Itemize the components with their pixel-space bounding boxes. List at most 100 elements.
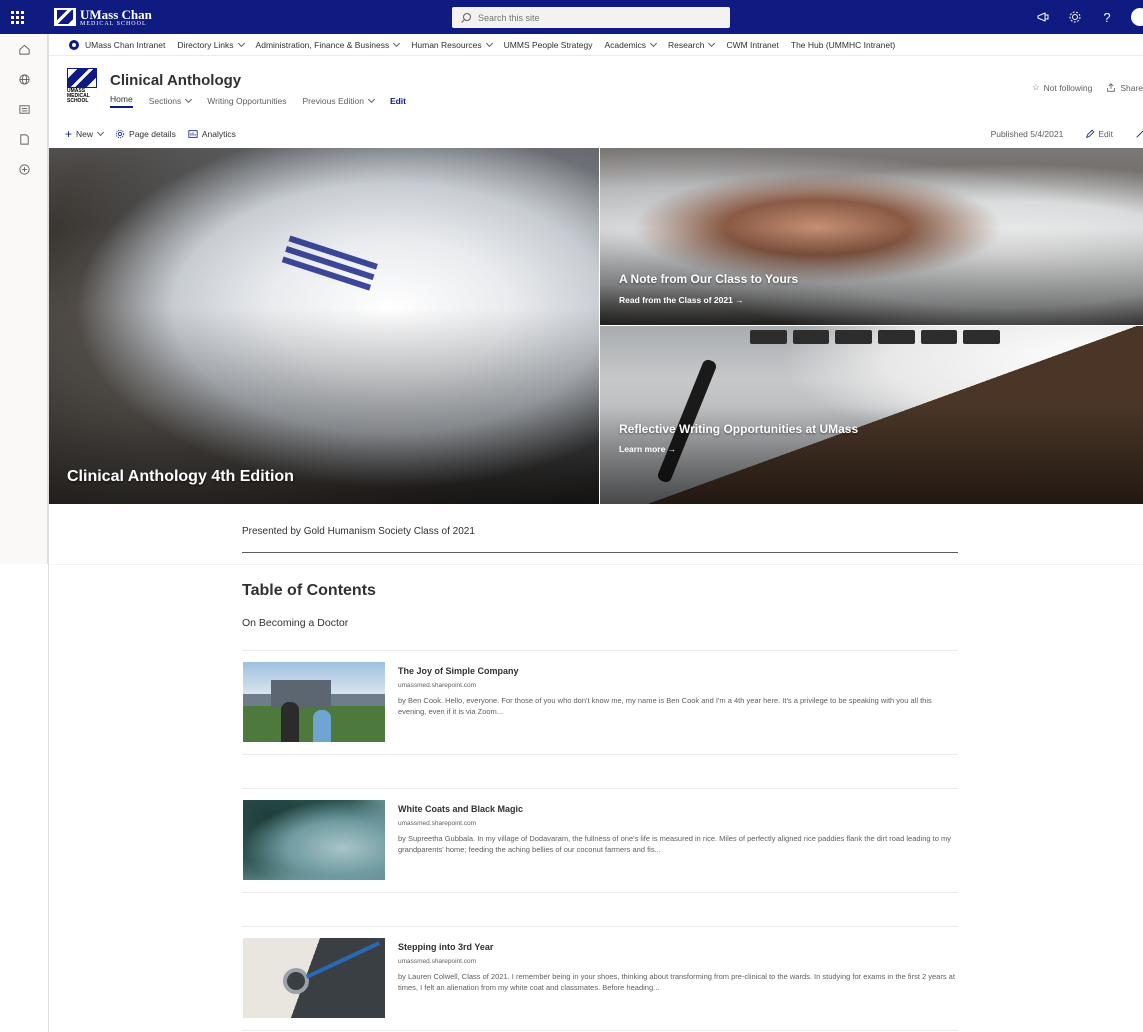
link-card[interactable]: The Joy of Simple Company umassmed.share… [242, 650, 958, 755]
org-brand[interactable]: UMass Chan MEDICAL SCHOOL [54, 8, 152, 27]
command-bar: + New Page details Analytics Published 5… [49, 122, 1143, 146]
hub-home-label: UMass Chan Intranet [85, 39, 166, 50]
hub-item-people-strategy[interactable]: UMMS People Strategy [504, 40, 593, 50]
hub-item-the-hub[interactable]: The Hub (UMMHC Intranet) [791, 40, 895, 50]
hub-item-cwm-intranet[interactable]: CWM Intranet [726, 40, 778, 50]
help-icon[interactable]: ? [1091, 0, 1123, 34]
chevron-down-icon [185, 95, 193, 104]
hub-item-academics[interactable]: Academics [604, 39, 658, 50]
site-title[interactable]: Clinical Anthology [110, 72, 241, 89]
card-description: by Ben Cook. Hello, everyone. For those … [398, 696, 932, 716]
site-header: UMASS MEDICAL SCHOOL Clinical Anthology … [49, 56, 1143, 120]
hub-item-label: Administration, Finance & Business [255, 39, 390, 50]
share-icon [1107, 82, 1116, 92]
chevron-down-icon [708, 39, 716, 47]
hub-item-administration[interactable]: Administration, Finance & Business [255, 39, 401, 50]
hub-item-label: UMMS People Strategy [503, 39, 593, 50]
settings-gear-icon[interactable] [1059, 0, 1091, 34]
site-logo-text: UMASS MEDICAL SCHOOL [67, 88, 90, 104]
news-icon[interactable] [0, 94, 48, 124]
nav-writing-opportunities[interactable]: Writing Opportunities [207, 94, 286, 108]
user-avatar[interactable] [1131, 8, 1143, 26]
chevron-down-icon [96, 128, 105, 137]
star-icon: ☆ [1032, 82, 1040, 92]
toc-heading: Table of Contents [242, 582, 376, 599]
home-icon[interactable] [0, 34, 48, 64]
hub-item-label: Academics [604, 39, 647, 50]
hub-logo-icon [69, 39, 79, 50]
hero-tile-main[interactable]: Clinical Anthology 4th Edition [49, 148, 599, 504]
hero-main-title: Clinical Anthology 4th Edition [67, 468, 294, 485]
toc-subheading: On Becoming a Doctor [242, 617, 349, 629]
pencil-icon [1086, 129, 1095, 138]
page-details-label: Page details [129, 129, 176, 139]
suite-bar: UMass Chan MEDICAL SCHOOL ? [0, 0, 1143, 34]
hero-tile-class-note[interactable]: A Note from Our Class to Yours Read from… [600, 148, 1143, 325]
card-title[interactable]: The Joy of Simple Company [398, 666, 519, 676]
analytics-icon [188, 130, 198, 138]
nav-previous-edition[interactable]: Previous Edition [302, 94, 375, 108]
nav-label: Sections [148, 96, 182, 106]
new-label: New [76, 129, 94, 139]
card-title[interactable]: White Coats and Black Magic [398, 804, 523, 814]
plus-icon: + [65, 127, 73, 141]
edit-page-button[interactable]: Edit [1085, 129, 1113, 139]
app-launcher-icon[interactable] [0, 0, 34, 34]
hero-tile-title: Reflective Writing Opportunities at UMas… [619, 422, 859, 436]
app-bar [0, 34, 48, 564]
card-domain: umassmed.sharepoint.com [398, 820, 477, 827]
nav-sections[interactable]: Sections [148, 94, 193, 108]
published-status: Published 5/4/2021 [991, 129, 1064, 139]
site-search[interactable] [452, 7, 730, 28]
keyboard-image [750, 330, 1001, 344]
chevron-down-icon [650, 39, 658, 47]
expand-icon[interactable] [1135, 129, 1143, 139]
search-input[interactable] [478, 12, 678, 23]
card-description: by Lauren Colwell, Class of 2021. I reme… [398, 972, 955, 992]
edit-label: Edit [1098, 129, 1113, 139]
card-title[interactable]: Stepping into 3rd Year [398, 942, 493, 952]
umass-logo-icon [67, 68, 97, 88]
create-icon[interactable] [0, 154, 48, 184]
card-thumbnail [243, 938, 385, 1018]
link-card[interactable]: Stepping into 3rd Year umassmed.sharepoi… [242, 926, 958, 1031]
share-label: Share [1120, 82, 1143, 93]
files-icon[interactable] [0, 124, 48, 154]
published-label: Published 5/4/2021 [990, 129, 1064, 139]
nav-edit[interactable]: Edit [390, 94, 406, 108]
brand-name: UMass Chan [80, 6, 152, 22]
link-card[interactable]: White Coats and Black Magic umassmed.sha… [242, 788, 958, 893]
follow-button[interactable]: ☆ Not following [1032, 82, 1092, 93]
hero-tile-writing-opportunities[interactable]: Reflective Writing Opportunities at UMas… [600, 326, 1143, 504]
card-domain: umassmed.sharepoint.com [398, 958, 477, 965]
card-description: by Supreetha Gubbala. In my village of D… [398, 834, 951, 854]
hero-tile-link[interactable]: Learn more → [619, 444, 676, 454]
nav-label: Writing Opportunities [207, 96, 287, 106]
hub-item-research[interactable]: Research [668, 39, 716, 50]
brand-subtitle: MEDICAL SCHOOL [80, 20, 147, 27]
globe-icon[interactable] [0, 64, 48, 94]
hub-home-link[interactable]: UMass Chan Intranet [69, 39, 166, 50]
page-details-button[interactable]: Page details [115, 129, 176, 139]
umass-logo-icon [54, 8, 76, 26]
nav-label: Home [110, 94, 133, 104]
analytics-button[interactable]: Analytics [188, 129, 236, 139]
nav-label: Previous Edition [302, 96, 364, 106]
new-button[interactable]: + New [65, 127, 105, 141]
hub-item-label: The Hub (UMMHC Intranet) [790, 39, 896, 50]
megaphone-icon[interactable] [1027, 0, 1059, 34]
hub-item-directory-links[interactable]: Directory Links [177, 39, 245, 50]
search-icon [461, 12, 471, 23]
nav-home[interactable]: Home [110, 94, 133, 108]
hero-section: Clinical Anthology 4th Edition A Note fr… [49, 148, 1143, 504]
hero-tile-title: A Note from Our Class to Yours [619, 272, 799, 286]
hero-tile-link[interactable]: Read from the Class of 2021 → [619, 295, 744, 305]
hub-item-human-resources[interactable]: Human Resources [411, 39, 493, 50]
nav-label: Edit [389, 96, 406, 106]
share-button[interactable]: Share [1106, 82, 1143, 93]
divider [242, 552, 958, 553]
site-logo[interactable]: UMASS MEDICAL SCHOOL [67, 68, 97, 104]
analytics-label: Analytics [201, 129, 236, 139]
chevron-down-icon [367, 95, 375, 104]
gear-icon [115, 129, 125, 139]
